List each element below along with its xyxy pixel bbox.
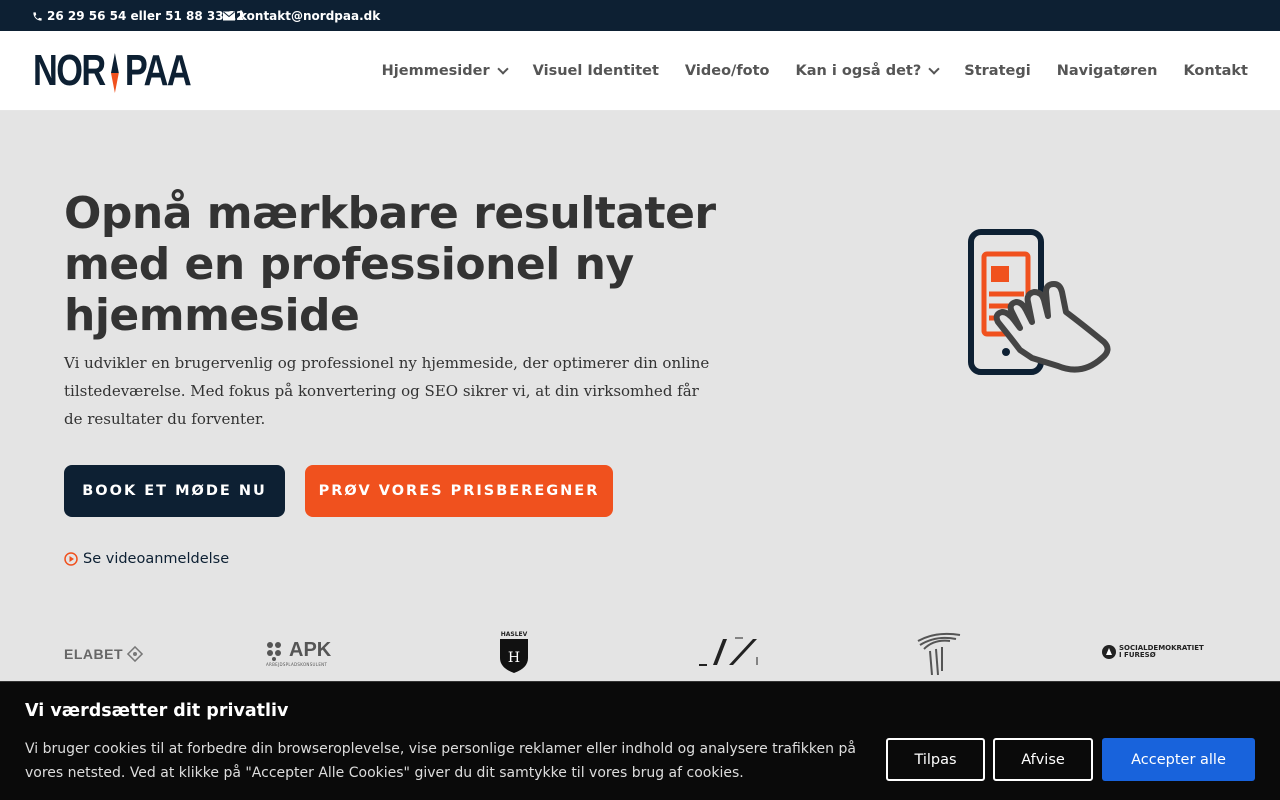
partner-logo-stripes	[916, 631, 962, 675]
svg-text:H: H	[508, 650, 520, 666]
cookie-title: Vi værdsætter dit privatliv	[25, 701, 289, 721]
nav-item-hjemmesider[interactable]: Hjemmesider	[381, 62, 509, 79]
book-meeting-button[interactable]: BOOK ET MØDE NU	[64, 465, 285, 517]
phone-touch-icon	[968, 229, 1111, 375]
play-circle-icon	[64, 552, 78, 566]
hero-description: Vi udvikler en brugervenlig og professio…	[64, 354, 710, 428]
nordpaa-logo[interactable]: NOR PAA	[33, 46, 192, 95]
chevron-down-icon	[928, 62, 940, 75]
soc-text-2: I FURESØ	[1119, 651, 1156, 659]
nav-label: Navigatøren	[1056, 63, 1158, 79]
apk-text: APK	[289, 639, 332, 661]
logo-wordmark: NOR PAA	[33, 46, 192, 95]
customize-button[interactable]: Tilpas	[886, 738, 985, 781]
compass-needle-icon	[110, 53, 119, 94]
nav-label: Kontakt	[1183, 63, 1248, 79]
main-nav: Hjemmesider Visuel Identitet Video/foto …	[382, 31, 1248, 111]
az-mark-icon	[699, 637, 758, 666]
price-calculator-button[interactable]: PRØV VORES PRISBEREGNER	[305, 465, 613, 517]
elabet-text: ELABET	[64, 646, 123, 662]
nav-item-strategi[interactable]: Strategi	[964, 63, 1030, 79]
hero-title: Opnå mærkbare resultater med en professi…	[64, 188, 716, 341]
email-text: kontakt@nordpaa.dk	[239, 9, 381, 23]
partner-logos: ELABET APK ARBEJDSPLADSKONSULENT HASLEV …	[0, 625, 1280, 683]
phone-contact[interactable]: 26 29 56 54 eller 51 88 33 12	[32, 9, 244, 23]
nav-item-visuel-identitet[interactable]: Visuel Identitet	[533, 63, 659, 79]
shield-icon: H	[500, 639, 528, 673]
cookie-text: Vi bruger cookies til at forbedre din br…	[25, 741, 856, 781]
nav-item-kontakt[interactable]: Kontakt	[1183, 63, 1248, 79]
partner-logo-haslev: HASLEV H	[499, 631, 529, 674]
nav-item-navigatoren[interactable]: Navigatøren	[1057, 63, 1158, 79]
chevron-down-icon	[496, 62, 509, 75]
partner-logo-socialdemokratiet: SOCIALDEMOKRATIET I FURESØ	[1102, 645, 1204, 659]
video-review-label: Se videoanmeldelse	[83, 551, 230, 567]
nav-label: Strategi	[964, 63, 1031, 79]
logo-left: NOR	[33, 46, 106, 95]
cookie-banner: Vi værdsætter dit privatliv Vi bruger co…	[0, 681, 1280, 800]
nav-item-video-foto[interactable]: Video/foto	[685, 63, 770, 79]
partner-logo-apk: APK ARBEJDSPLADSKONSULENT	[266, 639, 331, 667]
reject-button[interactable]: Afvise	[993, 738, 1093, 781]
nav-label: Hjemmesider	[381, 63, 490, 79]
partner-logo-elabet: ELABET	[64, 645, 144, 663]
phone-text: 26 29 56 54 eller 51 88 33 12	[47, 9, 245, 23]
nav-label: Kan i også det?	[795, 63, 922, 79]
elabet-mark-icon	[126, 645, 144, 663]
partner-logo-az	[699, 637, 759, 667]
stripes-mark-icon	[917, 632, 961, 675]
rose-logo-icon	[1102, 645, 1116, 659]
email-contact[interactable]: kontakt@nordpaa.dk	[223, 9, 380, 23]
phone-icon	[33, 11, 42, 21]
envelope-icon	[223, 11, 235, 21]
accept-all-button[interactable]: Accepter alle	[1102, 738, 1255, 781]
nav-item-kan-i-ogsaa[interactable]: Kan i også det?	[795, 62, 940, 79]
nav-label: Visuel Identitet	[532, 63, 659, 79]
nav-label: Video/foto	[684, 63, 770, 79]
apk-dots-icon	[267, 641, 281, 661]
apk-subtext: ARBEJDSPLADSKONSULENT	[266, 662, 328, 667]
video-review-link[interactable]: Se videoanmeldelse	[64, 551, 229, 567]
top-bar: 26 29 56 54 eller 51 88 33 12 kontakt@no…	[0, 0, 1280, 31]
haslev-text: HASLEV	[500, 631, 528, 638]
logo-right: PAA	[124, 46, 192, 95]
